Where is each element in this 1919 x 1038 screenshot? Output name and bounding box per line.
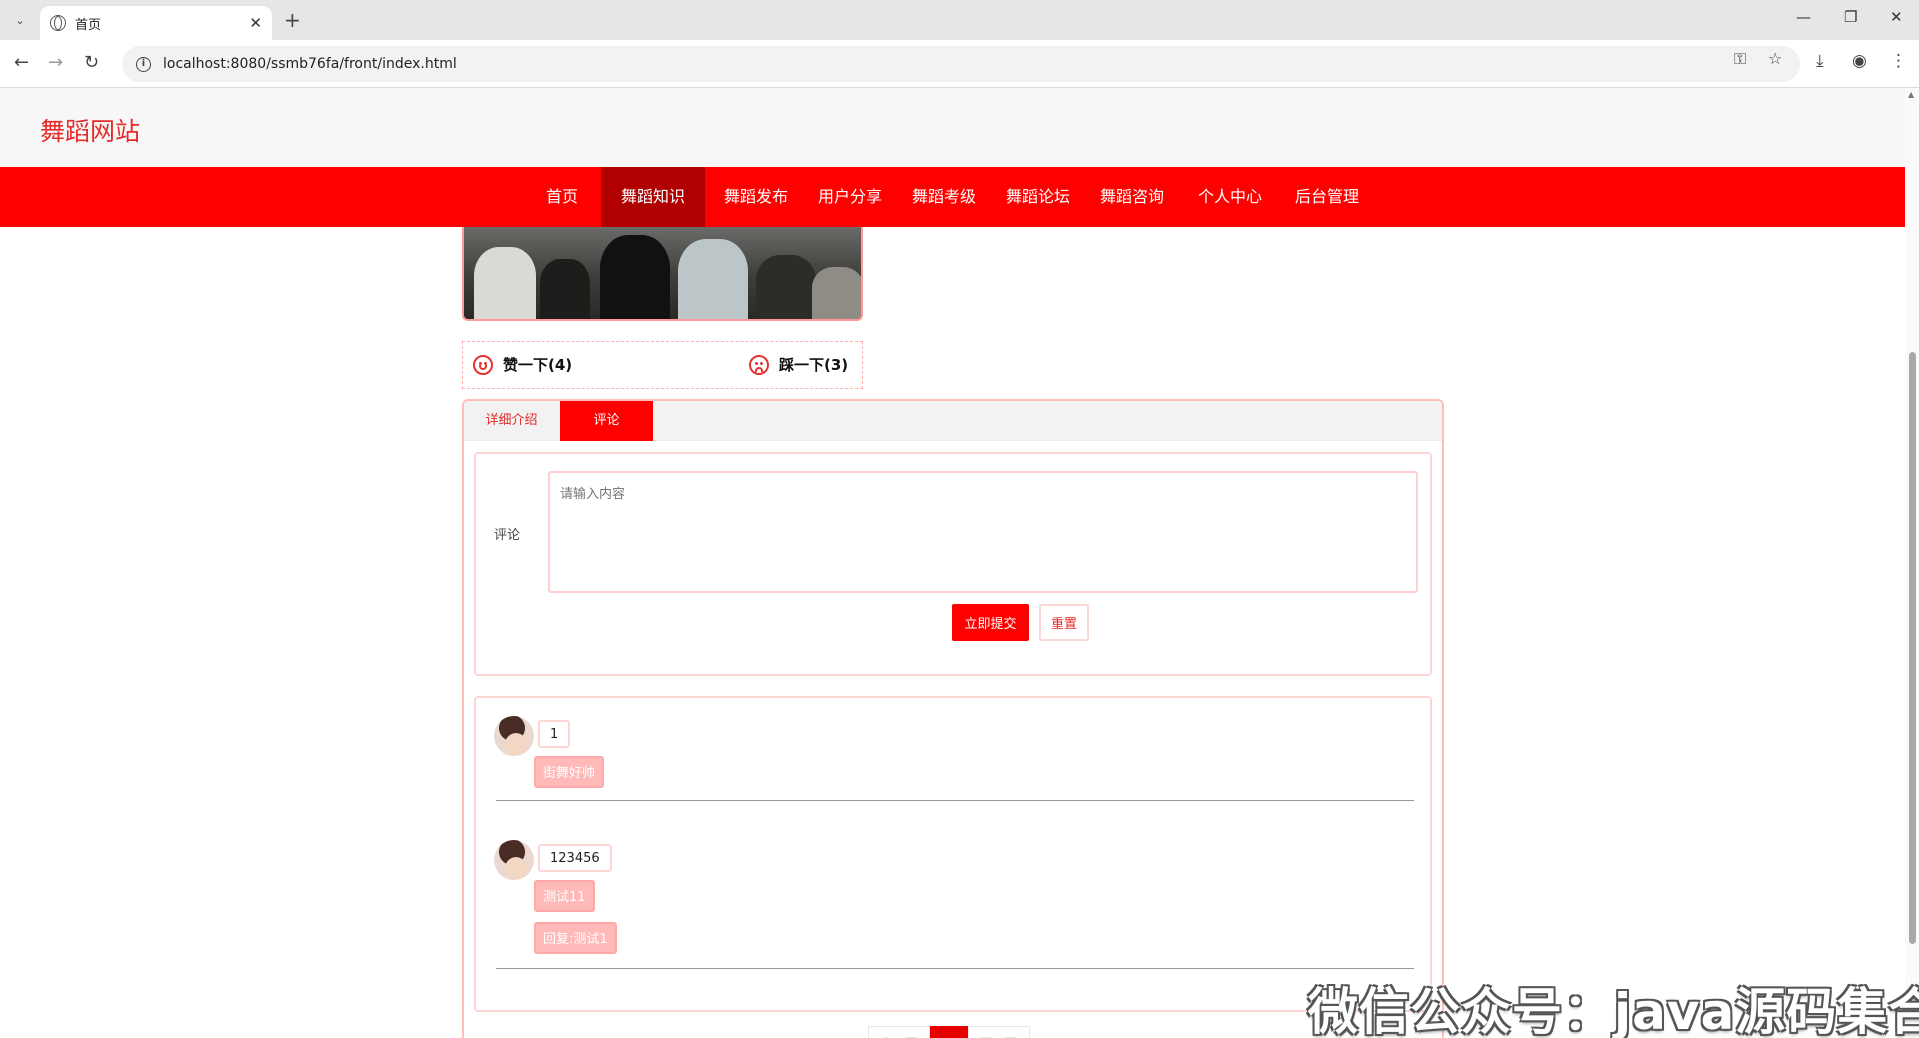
- url-text: localhost:8080/ssmb76fa/front/index.html: [163, 56, 457, 72]
- avatar: [494, 716, 534, 756]
- like-label: 赞一下(4): [503, 356, 573, 374]
- dislike-label: 踩一下(3): [779, 356, 849, 374]
- close-tab-icon[interactable]: ✕: [249, 14, 262, 32]
- nav-item-dance-forum[interactable]: 舞蹈论坛: [994, 167, 1082, 227]
- restore-button[interactable]: ❐: [1844, 8, 1857, 26]
- new-tab-button[interactable]: +: [284, 8, 301, 32]
- browser-tab-title: 首页: [75, 17, 102, 33]
- globe-icon: [50, 15, 66, 31]
- web-page: 舞蹈网站 首页 舞蹈知识 舞蹈发布 用户分享 舞蹈考级 舞蹈论坛 舞蹈咨询 个人…: [0, 88, 1905, 1038]
- watermark-text: 微信公众号：java源码集合: [1308, 983, 1919, 1038]
- comment-list: 1 街舞好帅 123456 测试11 回复:测试1: [474, 696, 1432, 1012]
- tab-header: 详细介绍 评论: [464, 401, 1442, 441]
- nav-item-user-share[interactable]: 用户分享: [806, 167, 894, 227]
- browser-tabstrip: ⌄ 首页 ✕ + — ❐ ✕: [0, 0, 1919, 40]
- profile-icon[interactable]: ◉: [1852, 51, 1867, 71]
- comment-form: 评论 立即提交 重置: [474, 452, 1432, 676]
- comment-message: 测试11: [534, 880, 595, 912]
- comment-divider: [496, 800, 1414, 801]
- nav-item-dance-consult[interactable]: 舞蹈咨询: [1088, 167, 1176, 227]
- browser-menu-icon[interactable]: ⋮: [1890, 51, 1907, 71]
- sad-face-icon: [749, 354, 769, 375]
- nav-item-dance-exam[interactable]: 舞蹈考级: [900, 167, 988, 227]
- comment-username: 123456: [538, 844, 612, 872]
- browser-tab-home[interactable]: 首页 ✕: [40, 6, 272, 40]
- nav-item-dance-knowledge[interactable]: 舞蹈知识: [601, 167, 705, 227]
- minimize-button[interactable]: —: [1796, 8, 1811, 26]
- next-page-button[interactable]: 下一页: [967, 1026, 1030, 1038]
- address-bar[interactable]: i localhost:8080/ssmb76fa/front/index.ht…: [122, 46, 1800, 82]
- nav-item-home[interactable]: 首页: [530, 167, 594, 227]
- avatar: [494, 840, 534, 880]
- site-info-icon[interactable]: i: [136, 56, 151, 72]
- nav-item-personal-center[interactable]: 个人中心: [1186, 167, 1274, 227]
- nav-item-dance-publish[interactable]: 舞蹈发布: [712, 167, 800, 227]
- comment-username: 1: [538, 720, 571, 748]
- comment-divider: [496, 968, 1414, 969]
- comment-textarea[interactable]: [548, 471, 1418, 593]
- pagination: 上一页 1 下一页: [868, 1026, 1030, 1038]
- site-logo[interactable]: 舞蹈网站: [40, 112, 140, 148]
- reload-icon[interactable]: ↻: [84, 52, 99, 73]
- password-key-icon[interactable]: ⚿: [1734, 49, 1746, 69]
- like-button[interactable]: 赞一下(4): [473, 354, 572, 375]
- smile-icon: [473, 354, 493, 375]
- close-window-button[interactable]: ✕: [1890, 8, 1903, 26]
- submit-button[interactable]: 立即提交: [952, 604, 1029, 641]
- prev-page-button[interactable]: 上一页: [868, 1026, 931, 1038]
- forward-arrow-icon[interactable]: →: [48, 52, 63, 73]
- comment-reply: 回复:测试1: [534, 922, 617, 954]
- main-nav: 首页 舞蹈知识 舞蹈发布 用户分享 舞蹈考级 舞蹈论坛 舞蹈咨询 个人中心 后台…: [0, 167, 1905, 227]
- bookmark-star-icon[interactable]: ☆: [1768, 49, 1782, 68]
- browser-toolbar: ← → ↻ i localhost:8080/ssmb76fa/front/in…: [0, 40, 1919, 88]
- page-scrollbar[interactable]: ▲: [1905, 88, 1919, 1038]
- detail-tabs: 详细介绍 评论 评论 立即提交 重置 1 街舞好帅 123456 测试11 回复…: [462, 399, 1444, 1038]
- site-header: 舞蹈网站: [0, 88, 1905, 167]
- reset-button[interactable]: 重置: [1039, 604, 1089, 641]
- tab-comment[interactable]: 评论: [560, 401, 653, 441]
- download-icon[interactable]: ⤓: [1816, 51, 1824, 71]
- dance-cover-image: [462, 227, 863, 321]
- tab-list-chevron-icon[interactable]: ⌄: [8, 8, 32, 32]
- nav-item-admin[interactable]: 后台管理: [1283, 167, 1371, 227]
- vote-box: 赞一下(4) 踩一下(3): [462, 341, 863, 389]
- scroll-up-arrow-icon[interactable]: ▲: [1908, 90, 1914, 99]
- scrollbar-thumb[interactable]: [1909, 352, 1916, 944]
- comment-message: 街舞好帅: [534, 756, 605, 788]
- back-arrow-icon[interactable]: ←: [14, 52, 29, 73]
- current-page[interactable]: 1: [930, 1026, 968, 1038]
- tab-detail[interactable]: 详细介绍: [464, 401, 559, 441]
- dislike-button[interactable]: 踩一下(3): [749, 354, 848, 375]
- comment-label: 评论: [494, 528, 521, 543]
